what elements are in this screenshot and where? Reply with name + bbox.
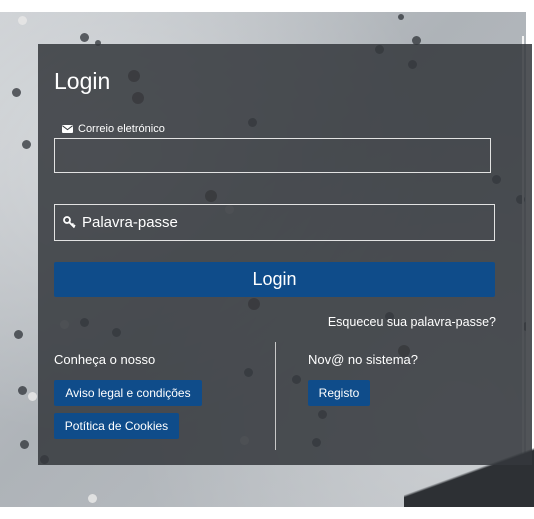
- cookie-policy-button[interactable]: Potítica de Cookies: [54, 413, 179, 439]
- page-title: Login: [54, 68, 111, 94]
- section-divider: [275, 342, 276, 450]
- login-panel: Login Correio eletrónico Palavra-passe L…: [38, 44, 532, 465]
- login-button[interactable]: Login: [54, 262, 495, 297]
- bottom-border: [0, 507, 534, 519]
- top-border: [0, 0, 534, 12]
- password-placeholder: Palavra-passe: [82, 214, 178, 231]
- new-user-label: Nov@ no sistema?: [308, 352, 419, 367]
- email-label: Correio eletrónico: [62, 123, 165, 135]
- envelope-icon: [62, 125, 73, 133]
- key-icon: [63, 216, 76, 229]
- email-label-text: Correio eletrónico: [78, 123, 165, 135]
- forgot-password-link[interactable]: Esqueceu sua palavra-passe?: [328, 315, 496, 329]
- email-field[interactable]: [54, 138, 491, 173]
- know-our-label: Conheça o nosso: [54, 352, 156, 367]
- register-button[interactable]: Registo: [308, 380, 370, 406]
- legal-notice-button[interactable]: Aviso legal e condições: [54, 380, 202, 406]
- password-field[interactable]: Palavra-passe: [54, 204, 495, 241]
